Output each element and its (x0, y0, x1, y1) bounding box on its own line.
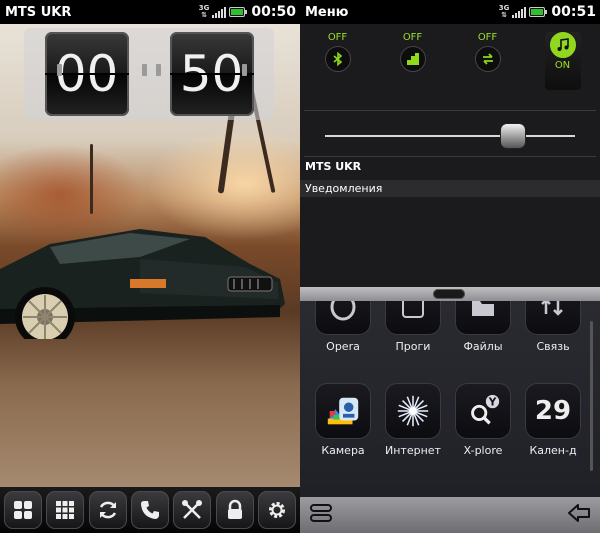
files-icon (472, 301, 494, 316)
phone-icon (140, 501, 159, 519)
music-note-icon (557, 38, 569, 51)
toggle-state: ON (554, 60, 571, 71)
signal-icon (512, 6, 527, 18)
sync-icon (99, 501, 116, 519)
music-toggle[interactable]: ON (544, 32, 581, 90)
apps-icon (402, 301, 424, 318)
notification-operator: MTS UKR (305, 160, 362, 173)
drawer-handle[interactable] (433, 289, 465, 299)
toggle-state: OFF (327, 32, 348, 43)
signal-icon (212, 6, 227, 18)
brightness-slider[interactable] (325, 135, 575, 137)
app-internet[interactable]: Интернет (378, 383, 448, 457)
menu-grid-button[interactable] (46, 491, 85, 529)
quick-toggles: OFF OFF OFF ON (300, 24, 600, 110)
app-label: Файлы (463, 340, 503, 353)
network-indicator: 3G ⇅ (498, 4, 510, 19)
menu-dock (300, 497, 600, 533)
app-label: Проги (395, 340, 431, 353)
menu-grid-icon (56, 501, 75, 519)
xplore-icon: Y (471, 394, 500, 425)
menu-screen: Меню 3G ⇅ 00:51 OFF OFF OFF ON MTS UKR У… (300, 0, 600, 533)
settings-button[interactable] (257, 491, 296, 529)
app-label: Камера (321, 444, 365, 457)
data-toggle[interactable]: OFF (395, 32, 431, 88)
apps-grid-button[interactable] (4, 491, 43, 529)
apps-grid-icon (14, 501, 33, 519)
data-icon (406, 53, 419, 65)
home-screen: MTS UKR 3G ⇅ 00:50 00 50 (0, 0, 300, 533)
app-calendar[interactable]: 29 Кален-д (518, 383, 588, 457)
toggle-state: OFF (477, 32, 498, 43)
back-button[interactable] (566, 502, 592, 528)
sync-button[interactable] (88, 491, 127, 529)
bluetooth-icon (332, 51, 342, 67)
tools-icon (182, 500, 203, 519)
flip-clock-widget[interactable]: 00 50 (24, 28, 274, 120)
status-bar: MTS UKR 3G ⇅ 00:50 (0, 0, 300, 24)
app-opera[interactable]: Opera (308, 301, 378, 353)
camera-icon (327, 397, 359, 425)
internet-icon (397, 395, 429, 427)
divider (304, 156, 596, 157)
tools-button[interactable] (173, 491, 212, 529)
toggle-state: OFF (402, 32, 423, 43)
lock-icon (227, 499, 242, 519)
svg-text:Y: Y (488, 396, 497, 408)
settings-icon (268, 502, 285, 518)
opera-icon (330, 301, 356, 321)
home-dock (0, 487, 300, 533)
back-icon (568, 504, 590, 522)
transfer-icon (482, 53, 493, 65)
app-grid: Opera Проги Файлы Связь Камера Интернет … (300, 301, 600, 497)
transfer-toggle[interactable]: OFF (470, 32, 506, 88)
app-label: Кален-д (529, 444, 577, 457)
app-label: Связь (536, 340, 570, 353)
status-time: 00:51 (551, 4, 596, 20)
bluetooth-toggle[interactable]: OFF (320, 32, 356, 88)
app-xplore[interactable]: Y X-plore (448, 383, 518, 457)
lock-button[interactable] (215, 491, 254, 529)
notifications-header: Уведомления (300, 180, 600, 197)
app-grid-scrollbar[interactable] (590, 321, 593, 471)
network-indicator: 3G ⇅ (198, 4, 210, 19)
divider (304, 110, 596, 111)
phone-button[interactable] (130, 491, 169, 529)
status-time: 00:50 (251, 4, 296, 20)
car-image (0, 209, 290, 347)
app-progi[interactable]: Проги (378, 301, 448, 353)
battery-icon (229, 7, 248, 17)
options-icon (310, 504, 332, 522)
operator-name: MTS UKR (5, 4, 72, 20)
calendar-icon: 29 (534, 396, 572, 426)
app-label: Интернет (385, 444, 441, 457)
clock-minutes: 50 (169, 32, 254, 116)
brightness-slider-thumb[interactable] (500, 124, 525, 148)
app-camera[interactable]: Камера (308, 383, 378, 457)
screen-title: Меню (305, 4, 349, 20)
app-files[interactable]: Файлы (448, 301, 518, 353)
app-label: Opera (326, 340, 360, 353)
connectivity-icon (541, 301, 563, 316)
app-connectivity[interactable]: Связь (518, 301, 588, 353)
status-bar: Меню 3G ⇅ 00:51 (300, 0, 600, 24)
menu-options-button[interactable] (308, 502, 334, 528)
app-label: X-plore (463, 444, 503, 457)
battery-icon (529, 7, 548, 17)
